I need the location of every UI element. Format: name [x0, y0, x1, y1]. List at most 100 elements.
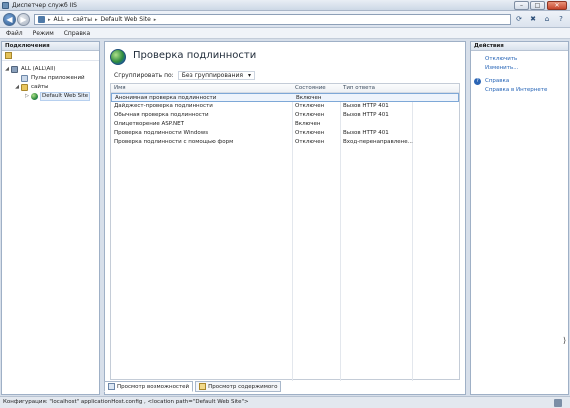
- cell-state: Отключен: [295, 130, 325, 136]
- connections-panel: Подключения ◢ ALL (ALL\All) Пулы приложе…: [1, 41, 100, 395]
- iis-manager-icon: [2, 2, 9, 9]
- cell-state: Отключен: [295, 139, 325, 145]
- table-row[interactable]: Проверка подлинности Windows Отключен Вы…: [111, 129, 459, 138]
- toolbar-icons: ⟳ ✖ ⌂ ?: [514, 14, 566, 24]
- column-header-response[interactable]: Тип ответа: [340, 84, 375, 93]
- group-by-value: Без группирования: [181, 72, 243, 79]
- window-title: Диспетчер служб IIS: [12, 2, 77, 9]
- expander-icon[interactable]: ▷: [24, 92, 30, 101]
- group-by-bar: Сгруппировать по: Без группирования ▾: [114, 71, 256, 80]
- computer-icon: [38, 16, 45, 23]
- actions-panel: Действия Отключить Изменить... ? Справка…: [470, 41, 569, 395]
- connections-tree: ◢ ALL (ALL\All) Пулы приложений ◢ сайты …: [2, 61, 99, 101]
- view-tabs: Просмотр возможностей Просмотр содержимо…: [104, 381, 282, 392]
- tree-item-label: Пулы приложений: [31, 75, 85, 81]
- chevron-right-icon[interactable]: ▸: [67, 17, 70, 23]
- tab-features-view[interactable]: Просмотр возможностей: [104, 381, 194, 392]
- tree-item-default-web-site[interactable]: ▷ Default Web Site: [2, 92, 99, 101]
- authentication-feature-icon: [110, 49, 126, 65]
- table-header: Имя Состояние Тип ответа: [111, 84, 459, 93]
- tree-item-app-pools[interactable]: Пулы приложений: [2, 74, 99, 83]
- server-icon: [11, 66, 18, 73]
- connections-toolbar: [2, 51, 99, 61]
- main-content: Проверка подлинности Сгруппировать по: Б…: [104, 41, 466, 395]
- table-row[interactable]: Анонимная проверка подлинности Включен: [111, 93, 459, 102]
- menu-view[interactable]: Режим: [33, 30, 54, 37]
- dropdown-arrow-icon: ▾: [248, 72, 252, 79]
- column-header-name[interactable]: Имя: [111, 84, 126, 93]
- breadcrumb-sites[interactable]: сайты: [73, 16, 92, 23]
- breadcrumb-site[interactable]: Default Web Site: [100, 16, 150, 23]
- expander-icon[interactable]: ◢: [4, 65, 10, 74]
- table-row[interactable]: Дайджест-проверка подлинности Отключен В…: [111, 102, 459, 111]
- tab-label: Просмотр возможностей: [117, 383, 190, 390]
- tab-content-view[interactable]: Просмотр содержимого: [195, 381, 282, 392]
- forward-button[interactable]: ▶: [17, 13, 30, 26]
- authentication-table: Имя Состояние Тип ответа Анонимная прове…: [110, 83, 460, 381]
- stop-icon[interactable]: ✖: [528, 14, 538, 24]
- cell-name: Обычная проверка подлинности: [114, 112, 209, 118]
- action-online-help[interactable]: Справка в Интернете: [485, 86, 568, 95]
- tree-item-label: ALL (ALL\All): [21, 66, 56, 72]
- table-row[interactable]: Олицетворение ASP.NET Включен: [111, 120, 459, 129]
- title-bar: Диспетчер служб IIS – □ ✕: [0, 0, 570, 11]
- address-bar: ◀ ▶ ▸ ALL ▸ сайты ▸ Default Web Site ▸ ⟳…: [0, 11, 570, 28]
- action-help[interactable]: ? Справка: [474, 77, 568, 86]
- help-menu-icon[interactable]: ?: [556, 14, 566, 24]
- cell-name: Проверка подлинности Windows: [114, 130, 209, 136]
- cell-name: Дайджест-проверка подлинности: [114, 103, 213, 109]
- chevron-right-icon[interactable]: ▸: [154, 17, 157, 23]
- action-disable[interactable]: Отключить: [485, 55, 568, 64]
- address-breadcrumb[interactable]: ▸ ALL ▸ сайты ▸ Default Web Site ▸: [34, 14, 511, 25]
- column-header-state[interactable]: Состояние: [292, 84, 326, 93]
- page-title: Проверка подлинности: [133, 50, 257, 61]
- mouse-cursor-icon: ⟩: [563, 336, 567, 345]
- maximize-button[interactable]: □: [530, 1, 545, 10]
- actions-header: Действия: [471, 42, 568, 51]
- table-row[interactable]: Обычная проверка подлинности Отключен Вы…: [111, 111, 459, 120]
- action-help-label: Справка: [485, 78, 510, 84]
- refresh-icon[interactable]: ⟳: [514, 14, 524, 24]
- group-by-label: Сгруппировать по:: [114, 72, 174, 79]
- menu-file[interactable]: Файл: [6, 30, 23, 37]
- connections-header: Подключения: [2, 42, 99, 51]
- globe-icon: [31, 93, 38, 100]
- cell-state: Отключен: [295, 112, 325, 118]
- expander-icon[interactable]: ◢: [14, 83, 20, 92]
- menu-help[interactable]: Справка: [64, 30, 90, 37]
- new-connection-icon[interactable]: [5, 52, 12, 59]
- tree-item-sites[interactable]: ◢ сайты: [2, 83, 99, 92]
- group-by-select[interactable]: Без группирования ▾: [177, 71, 256, 80]
- table-row[interactable]: Проверка подлинности с помощью форм Откл…: [111, 138, 459, 147]
- status-text: Конфигурация: "localhost" applicationHos…: [3, 399, 249, 405]
- menu-bar: Файл Режим Справка: [0, 28, 570, 39]
- actions-list: Отключить Изменить... ? Справка Справка …: [471, 51, 568, 95]
- tree-item-label: сайты: [31, 84, 49, 90]
- cell-name: Олицетворение ASP.NET: [114, 121, 184, 127]
- cell-name: Проверка подлинности с помощью форм: [114, 139, 234, 145]
- status-bar: Конфигурация: "localhost" applicationHos…: [0, 396, 570, 408]
- tree-item-label: Default Web Site: [40, 92, 91, 101]
- cell-response: Вызов HTTP 401: [343, 103, 389, 109]
- cell-response: Вход-перенаправлене...: [343, 139, 413, 145]
- breadcrumb-server[interactable]: ALL: [54, 16, 65, 23]
- help-icon: ?: [474, 78, 481, 85]
- features-view-icon: [108, 383, 115, 390]
- chevron-right-icon[interactable]: ▸: [95, 17, 98, 23]
- cell-state: Включен: [295, 121, 321, 127]
- content-view-icon: [199, 383, 207, 390]
- chevron-right-icon[interactable]: ▸: [48, 17, 51, 23]
- close-button[interactable]: ✕: [547, 1, 567, 10]
- tab-label: Просмотр содержимого: [208, 383, 278, 390]
- minimize-button[interactable]: –: [514, 1, 529, 10]
- app-pools-icon: [21, 75, 28, 82]
- back-button[interactable]: ◀: [3, 13, 16, 26]
- cell-state: Отключен: [295, 103, 325, 109]
- action-edit[interactable]: Изменить...: [485, 64, 568, 73]
- tree-item-server[interactable]: ◢ ALL (ALL\All): [2, 65, 99, 74]
- network-status-icon: [554, 399, 562, 407]
- cell-response: Вызов HTTP 401: [343, 112, 389, 118]
- cell-response: Вызов HTTP 401: [343, 130, 389, 136]
- sites-folder-icon: [21, 84, 28, 91]
- home-icon[interactable]: ⌂: [542, 14, 552, 24]
